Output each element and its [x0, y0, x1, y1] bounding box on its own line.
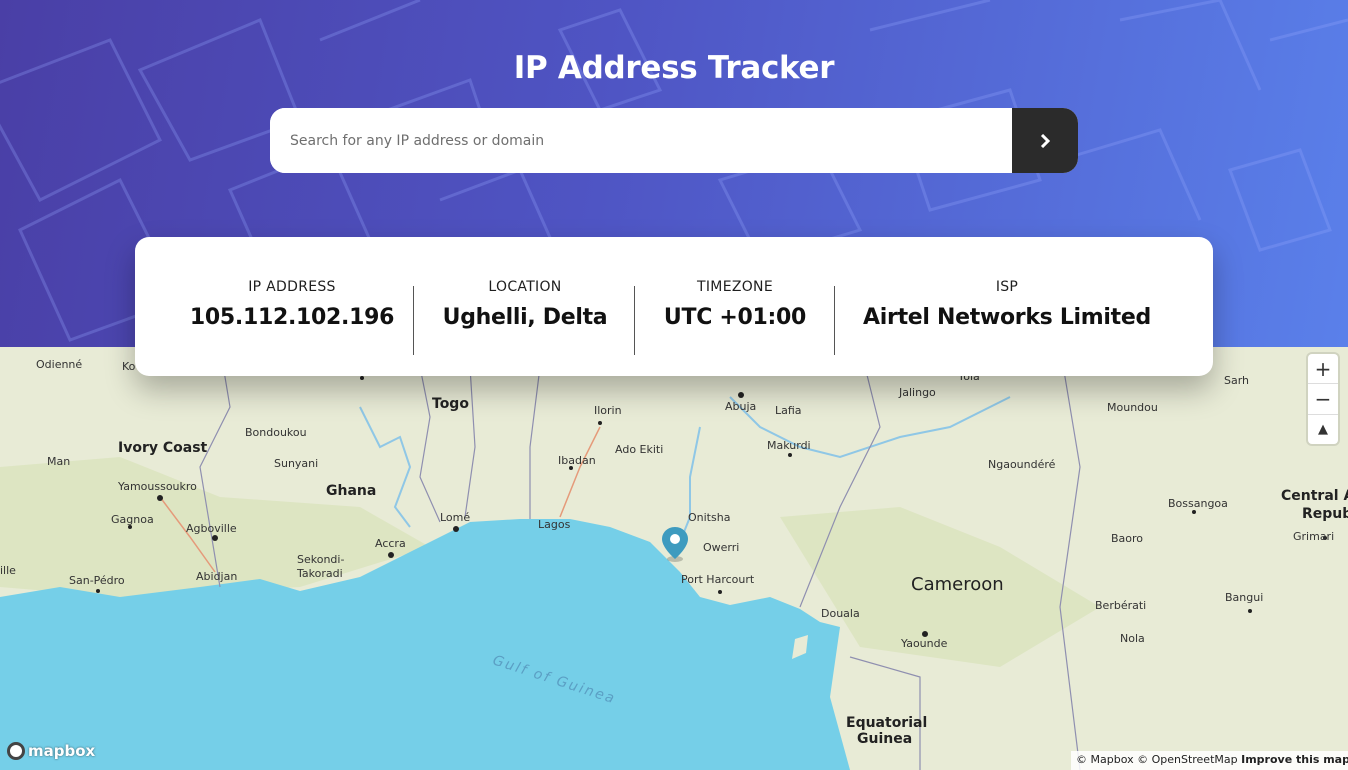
map-label: Ilorin	[594, 404, 622, 417]
isp-label: ISP	[995, 279, 1019, 295]
map-label: Lafia	[775, 404, 802, 417]
map-label: Sunyani	[274, 457, 319, 470]
mapbox-logo-icon	[7, 742, 25, 760]
search-bar	[270, 108, 1078, 173]
map-label: Makurdi	[767, 439, 811, 452]
map-label: Ngaoundéré	[988, 458, 1056, 471]
map-label: Guinea	[857, 731, 913, 747]
map-label: Bangui	[1225, 591, 1264, 604]
compass-button[interactable]: ▲	[1308, 415, 1338, 444]
isp-section: ISP Airtel Networks Limited	[847, 279, 1167, 330]
location-value: Ughelli, Delta	[442, 305, 608, 330]
map-label: Accra	[375, 537, 406, 550]
map-label: Cameroon	[911, 574, 1004, 595]
map-label: Central Afr	[1281, 488, 1348, 504]
map-label: Berbérati	[1095, 599, 1147, 612]
location-section: LOCATION Ughelli, Delta	[425, 279, 625, 330]
divider	[834, 286, 835, 355]
map-label: Gagnoa	[111, 513, 154, 526]
map-label: Equatorial	[846, 715, 928, 731]
map-label: Togo	[432, 396, 469, 412]
map-label: Ibadan	[558, 454, 596, 467]
location-label: LOCATION	[488, 279, 562, 295]
isp-value: Airtel Networks Limited	[863, 305, 1151, 330]
map-label: Sarh	[1224, 374, 1250, 387]
map-label: Agboville	[186, 522, 237, 535]
ip-info-card: IP ADDRESS 105.112.102.196 LOCATION Ughe…	[135, 237, 1213, 376]
map-label: Jalingo	[899, 386, 936, 399]
map-label: Ko	[122, 360, 136, 373]
timezone-value: UTC +01:00	[663, 305, 807, 330]
map-label: Bossangoa	[1168, 497, 1228, 510]
mapbox-logo-text: mapbox	[28, 742, 96, 760]
map-label: San-Pédro	[69, 574, 125, 587]
map-label: ille	[0, 564, 16, 577]
mapbox-logo[interactable]: mapbox	[7, 742, 95, 760]
map-label: Onitsha	[688, 511, 731, 524]
attribution-text[interactable]: © Mapbox © OpenStreetMap	[1076, 753, 1238, 766]
map-label: Bondoukou	[245, 426, 307, 439]
map-label: Repub	[1302, 506, 1348, 522]
zoom-in-button[interactable]: +	[1308, 354, 1338, 385]
map-label: Lomé	[440, 511, 471, 524]
map-label: Odienné	[36, 358, 83, 371]
map-label: Abuja	[725, 400, 757, 413]
chevron-right-icon	[1040, 133, 1050, 148]
map-label: Owerri	[703, 541, 740, 554]
improve-map-link[interactable]: Improve this map	[1241, 753, 1348, 766]
map-label: Ado Ekiti	[615, 443, 664, 456]
ip-address-label: IP ADDRESS	[248, 279, 336, 295]
map-label: Yamoussoukro	[118, 480, 197, 493]
map-label: Grimari	[1293, 530, 1335, 543]
map-label: Abidjan	[196, 570, 238, 583]
map-label: Baoro	[1111, 532, 1144, 545]
search-submit-button[interactable]	[1012, 108, 1078, 173]
map-label: Lagos	[538, 518, 571, 531]
zoom-out-button[interactable]: −	[1308, 384, 1338, 415]
ip-address-section: IP ADDRESS 105.112.102.196	[175, 279, 409, 330]
map-label: Ivory Coast	[118, 440, 208, 456]
divider	[413, 286, 414, 355]
map-label: Douala	[821, 607, 860, 620]
page-title: IP Address Tracker	[513, 50, 835, 86]
map-label: Takoradi	[297, 567, 343, 580]
timezone-section: TIMEZONE UTC +01:00	[645, 279, 825, 330]
map-attribution: © Mapbox © OpenStreetMap Improve this ma…	[1071, 751, 1348, 770]
map-label: Moundou	[1107, 401, 1158, 414]
map-label: Ghana	[326, 483, 377, 499]
map-label: Sekondi-	[297, 553, 345, 566]
map-view[interactable]: Odienné Ko Togo Ilorin Abuja Lafia Jalin…	[0, 347, 1348, 770]
map-label: Yaounde	[901, 637, 948, 650]
timezone-label: TIMEZONE	[697, 279, 773, 295]
search-input[interactable]	[270, 108, 1012, 173]
map-label: Nola	[1120, 632, 1145, 645]
map-label: Port Harcourt	[681, 573, 755, 586]
map-label: Man	[47, 455, 71, 468]
location-pin-icon[interactable]	[660, 525, 690, 563]
divider	[634, 286, 635, 355]
ip-address-value: 105.112.102.196	[189, 305, 395, 330]
zoom-controls: + − ▲	[1308, 354, 1338, 444]
